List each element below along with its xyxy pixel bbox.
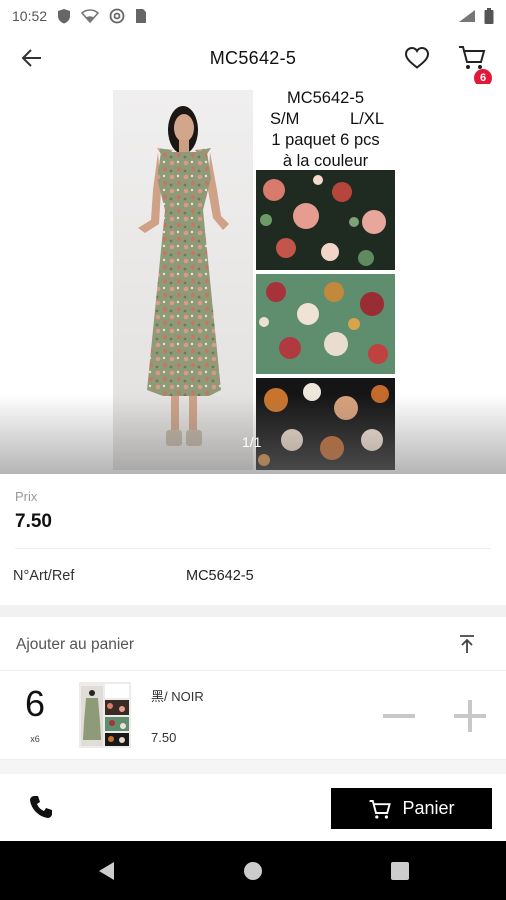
product-image-carousel[interactable]: MC5642-5 S/M L/XL 1 paquet 6 pcs à la co…: [0, 84, 506, 474]
call-button[interactable]: [28, 794, 56, 822]
price-label: Prix: [15, 489, 38, 504]
price-value: 7.50: [15, 511, 52, 532]
decrease-quantity-button[interactable]: [381, 701, 417, 731]
system-back-button[interactable]: [95, 859, 119, 883]
divider: [15, 548, 491, 549]
caption-sizes: S/M L/XL: [253, 109, 398, 130]
product-info: Prix 7.50 N°Art/Ref MC5642-5: [0, 474, 506, 605]
minus-icon: [383, 714, 415, 718]
back-triangle-icon: [99, 862, 114, 880]
signal-icon: [459, 10, 475, 22]
system-recents-button[interactable]: [388, 859, 412, 883]
collapse-up-icon: [460, 635, 474, 653]
favorite-button[interactable]: [402, 44, 432, 72]
add-to-cart-title: Ajouter au panier: [16, 636, 135, 653]
recents-square-icon: [391, 862, 409, 880]
heart-icon: [404, 46, 430, 69]
status-right-icons: [458, 8, 494, 24]
status-time: 10:52: [12, 8, 48, 24]
phone-icon: [30, 796, 52, 818]
status-bar: 10:52: [0, 0, 506, 32]
status-icons: [57, 8, 147, 24]
back-button[interactable]: [18, 44, 46, 72]
caption-model: MC5642-5: [286, 89, 365, 107]
fabric-swatch-1: [256, 170, 395, 270]
cart-item-row: 6 x6 黑/ NOIR 7.50: [0, 672, 506, 760]
system-nav-bar: [0, 841, 506, 900]
caption-pack: 1 paquet 6 pcs: [271, 131, 380, 149]
bottom-action-bar: Panier: [0, 774, 506, 841]
item-price: 7.50: [151, 730, 177, 745]
wifi-icon: [81, 9, 100, 23]
item-color: 黑/ NOIR: [151, 689, 204, 704]
reference-label: N°Art/Ref: [13, 568, 75, 584]
cart-button[interactable]: [457, 42, 489, 72]
sim-card-icon: [136, 9, 147, 23]
battery-icon: [484, 8, 494, 24]
section-gap: [0, 605, 506, 617]
system-home-button[interactable]: [241, 859, 265, 883]
cart-icon: [370, 799, 392, 819]
home-circle-icon: [244, 862, 262, 880]
item-quantity: 6: [24, 683, 46, 724]
panier-label: Panier: [402, 798, 455, 818]
section-gap: [0, 760, 506, 774]
caption-size-large: L/XL: [350, 110, 384, 128]
add-to-cart-button[interactable]: Panier: [331, 788, 492, 829]
caption-size-small: S/M: [270, 110, 300, 128]
image-caption: MC5642-5 S/M L/XL 1 paquet 6 pcs à la co…: [253, 88, 398, 172]
fabric-swatch-2: [256, 274, 395, 374]
app-bar: MC5642-5 6: [0, 32, 506, 87]
shield-icon: [58, 9, 71, 24]
increase-quantity-button[interactable]: [452, 698, 488, 734]
arrow-left-icon: [21, 49, 41, 67]
cart-icon: [459, 46, 486, 69]
caption-color-note: à la couleur: [282, 152, 369, 170]
image-counter: 1/1: [242, 434, 262, 450]
collapse-button[interactable]: [456, 633, 478, 655]
add-to-cart-header: Ajouter au panier: [0, 617, 506, 671]
plus-icon: [454, 700, 486, 732]
item-thumbnail: [79, 682, 131, 748]
at-sign-icon: [109, 8, 125, 24]
item-multiplier: x6: [30, 734, 40, 744]
reference-value: MC5642-5: [186, 568, 254, 584]
